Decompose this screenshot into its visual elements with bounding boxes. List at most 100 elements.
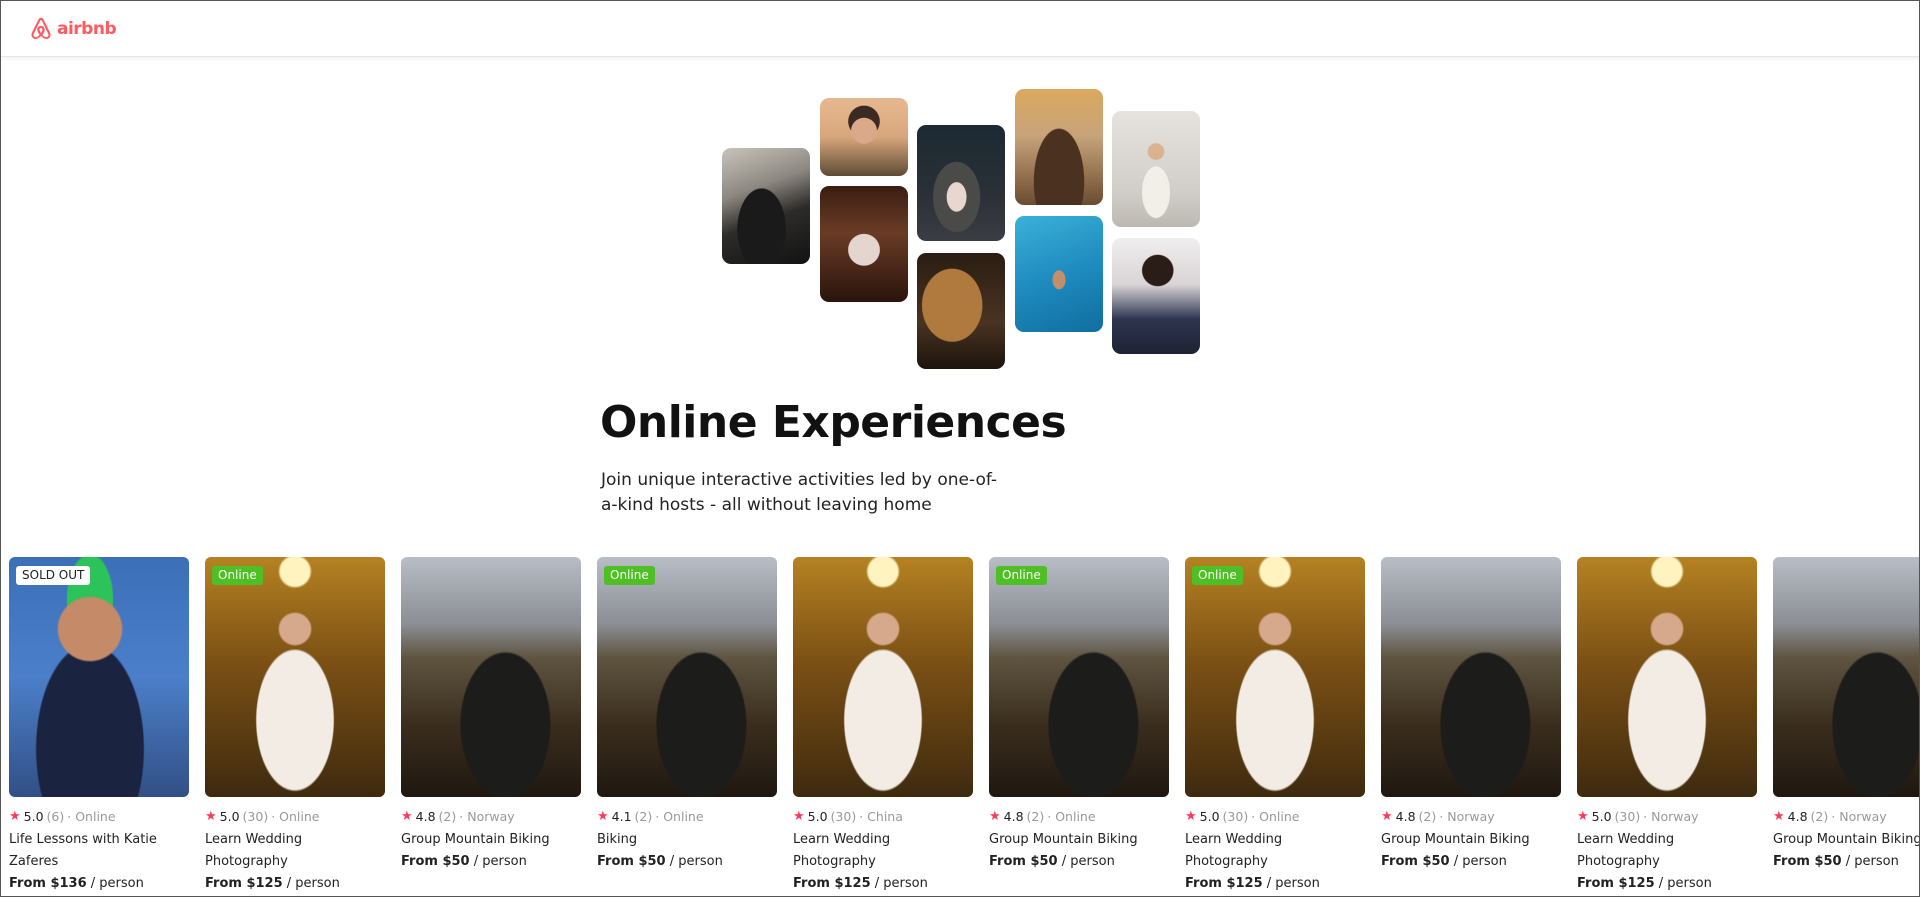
experience-photo[interactable]: Online [205,557,385,797]
price-prefix: From [205,876,247,891]
review-count: (30) [242,808,269,824]
experience-photo[interactable]: Online [1185,557,1365,797]
experience-title[interactable]: Learn Wedding Photography [1577,829,1757,873]
experience-card[interactable]: ★ 4.8 (2) · Norway Group Mountain Biking From… [401,557,581,873]
experience-photo[interactable]: SOLD OUT [9,557,189,797]
experience-title[interactable]: Learn Wedding Photography [793,829,973,873]
experience-card[interactable]: SOLD OUT ★ 5.0 (6) · Online Life Lessons with… [9,557,189,895]
price-row: From $50 / person [401,851,581,873]
price-prefix: From [1577,876,1619,891]
experience-photo[interactable] [793,557,973,797]
price-row: From $50 / person [989,851,1169,873]
rating-row: ★ 4.8 (2) · Norway [401,807,581,825]
experience-title[interactable]: Group Mountain Biking [1773,829,1919,851]
location-label: · Online [271,808,320,824]
price-amount: $50 [1422,854,1450,869]
star-icon: ★ [401,808,413,824]
location-label: · China [859,808,903,824]
price-row: From $125 / person [793,873,973,895]
price-amount: $50 [442,854,470,869]
experience-title[interactable]: Learn Wedding Photography [1185,829,1365,873]
star-icon: ★ [1185,808,1197,824]
collage-photo-9 [1112,238,1200,354]
experience-photo[interactable] [1577,557,1757,797]
experience-title[interactable]: Life Lessons with Katie Zaferes [9,829,189,873]
rating-value: 4.8 [415,808,436,824]
price-prefix: From [1773,854,1815,869]
star-icon: ★ [9,808,21,824]
price-prefix: From [597,854,639,869]
experience-title[interactable]: Group Mountain Biking [1381,829,1561,851]
review-count: (2) [1026,808,1045,824]
experience-title[interactable]: Group Mountain Biking [401,829,581,851]
rating-row: ★ 4.8 (2) · Online [989,807,1169,825]
rating-row: ★ 5.0 (30) · Norway [1577,807,1757,825]
rating-value: 5.0 [23,808,44,824]
rating-row: ★ 5.0 (30) · China [793,807,973,825]
experience-list: SOLD OUT ★ 5.0 (6) · Online Life Lessons with… [9,557,1919,896]
star-icon: ★ [989,808,1001,824]
star-icon: ★ [1381,808,1393,824]
price-prefix: From [793,876,835,891]
online-badge: Online [1192,566,1243,585]
page-title: Online Experiences [600,397,1067,448]
review-count: (6) [46,808,65,824]
experience-photo[interactable] [1773,557,1919,797]
star-icon: ★ [1577,808,1589,824]
price-amount: $136 [50,876,87,891]
online-badge: Online [212,566,263,585]
review-count: (30) [1222,808,1249,824]
online-badge: Online [996,566,1047,585]
microphone-photo [1015,89,1103,205]
price-amount: $125 [1226,876,1263,891]
price-unit: / person [1449,854,1507,869]
experience-card[interactable]: Online ★ 4.1 (2) · Online Biking From $50 / pe… [597,557,777,873]
experience-title[interactable]: Learn Wedding Photography [205,829,385,873]
experience-card[interactable]: ★ 4.8 (2) · Norway Group Mountain Biking From… [1773,557,1919,873]
experience-card[interactable]: ★ 5.0 (30) · Norway Learn Wedding Photograph… [1577,557,1757,895]
collage-photo-8 [1112,111,1200,227]
collage-photo-5 [917,253,1005,369]
price-unit: / person [86,876,144,891]
experience-card[interactable]: ★ 4.8 (2) · Norway Group Mountain Biking From… [1381,557,1561,873]
rating-row: ★ 5.0 (30) · Online [1185,807,1365,825]
review-count: (2) [1418,808,1437,824]
rating-row: ★ 5.0 (6) · Online [9,807,189,825]
rating-row: ★ 4.8 (2) · Norway [1773,807,1919,825]
experience-photo[interactable]: Online [597,557,777,797]
price-unit: / person [665,854,723,869]
price-unit: / person [282,876,340,891]
experience-title[interactable]: Biking [597,829,777,851]
experience-card[interactable]: Online ★ 5.0 (30) · Online Learn Wedding Phot… [1185,557,1365,895]
price-unit: / person [1841,854,1899,869]
hero-collage [1,1,1919,401]
experience-photo[interactable] [401,557,581,797]
host-woman-photo [820,98,908,176]
star-icon: ★ [597,808,609,824]
rating-value: 4.1 [611,808,632,824]
price-row: From $50 / person [1773,851,1919,873]
cooking-photo [722,148,810,264]
experience-card[interactable]: Online ★ 5.0 (30) · Online Learn Wedding Phot… [205,557,385,895]
guitar-photo [917,253,1005,369]
collage-photo-3 [820,186,908,302]
star-icon: ★ [793,808,805,824]
swimmer-photo [1015,216,1103,332]
experience-card[interactable]: ★ 5.0 (30) · China Learn Wedding Photography… [793,557,973,895]
price-prefix: From [989,854,1031,869]
price-amount: $50 [1814,854,1842,869]
price-prefix: From [1381,854,1423,869]
location-label: · Norway [1831,808,1887,824]
price-unit: / person [1654,876,1712,891]
experience-photo[interactable] [1381,557,1561,797]
experience-photo[interactable]: Online [989,557,1169,797]
price-unit: / person [870,876,928,891]
location-label: · Online [1251,808,1300,824]
price-amount: $50 [638,854,666,869]
experience-title[interactable]: Group Mountain Biking [989,829,1169,851]
online-badge: Online [604,566,655,585]
location-label: · Online [67,808,116,824]
experience-card[interactable]: Online ★ 4.8 (2) · Online Group Mountain Biki… [989,557,1169,873]
collage-photo-2 [820,98,908,176]
rating-value: 5.0 [807,808,828,824]
